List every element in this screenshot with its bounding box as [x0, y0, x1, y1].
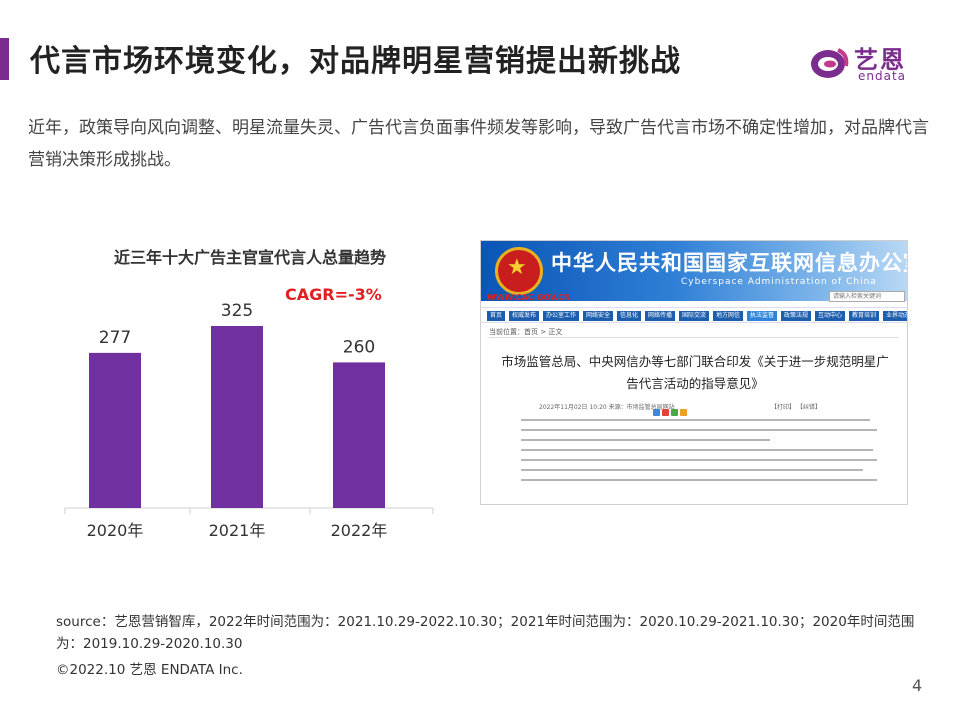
site-nav-item: 办公室工作 — [543, 311, 580, 321]
site-banner: ★ 中华人民共和国国家互联网信息办公室 Cyberspace Administr… — [481, 241, 908, 302]
bar — [211, 326, 263, 508]
bar — [333, 362, 385, 508]
site-nav-item: 地方网信 — [713, 311, 744, 321]
site-subtitle: Cyberspace Administration of China — [681, 277, 877, 287]
site-title: 中华人民共和国国家互联网信息办公室 — [551, 251, 908, 275]
bar-value-label: 277 — [99, 328, 131, 348]
article-body-text — [521, 419, 877, 489]
site-nav-item: 国际交流 — [679, 311, 710, 321]
site-nav-item: 信息化 — [617, 311, 642, 321]
cac-website-screenshot: ★ 中华人民共和国国家互联网信息办公室 Cyberspace Administr… — [480, 240, 908, 505]
x-axis-tick-label: 2020年 — [87, 521, 144, 540]
x-axis-tick-label: 2021年 — [209, 521, 266, 540]
site-nav-item: 执法监督 — [747, 311, 778, 321]
national-emblem-icon: ★ — [495, 247, 543, 295]
bar-chart: 277 2020年 325 2021年 260 2022年 — [64, 301, 434, 540]
page-number: 4 — [912, 676, 923, 695]
site-divider — [489, 337, 899, 338]
site-nav-item: 政策法规 — [781, 311, 812, 321]
site-search-input: 请输入检索关键词 — [829, 291, 905, 302]
copyright: ©2022.10 艺恩 ENDATA Inc. — [56, 662, 243, 678]
bar-value-label: 325 — [221, 301, 253, 321]
site-nav-item: 网络安全 — [583, 311, 614, 321]
x-axis-tick-label: 2022年 — [331, 521, 388, 540]
site-nav-item: 互动中心 — [815, 311, 846, 321]
endata-logo-icon — [811, 48, 849, 78]
bar-value-label: 260 — [343, 337, 375, 357]
site-nav-item: 权威发布 — [509, 311, 540, 321]
site-nav-item: 业界动态 — [883, 311, 907, 321]
site-nav-item: 教育培训 — [849, 311, 880, 321]
site-nav-item: 首页 — [487, 311, 506, 321]
share-icons — [653, 401, 697, 416]
site-nav-bar: 首页 权威发布 办公室工作 网络安全 信息化 网络传播 国际交流 地方网信 执法监督 政策法规 互动… — [481, 307, 907, 323]
endata-logo: 艺恩 endata — [808, 40, 928, 86]
article-headline: 市场监管总局、中央网信办等七部门联合印发《关于进一步规范明星广告代言活动的指导意… — [501, 354, 889, 391]
logo-text-en: endata — [858, 69, 907, 83]
source-note: source：艺恩营销智库，2022年时间范围为：2021.10.29-2022… — [56, 614, 915, 652]
site-breadcrumb: 当前位置：首页 > 正文 — [489, 328, 563, 336]
site-nav-item: 网络传播 — [645, 311, 676, 321]
site-url: WWW.CAC.GOV.CN — [487, 293, 571, 302]
article-tools: 【打印】 【纠错】 — [771, 404, 821, 411]
bar — [89, 352, 141, 508]
